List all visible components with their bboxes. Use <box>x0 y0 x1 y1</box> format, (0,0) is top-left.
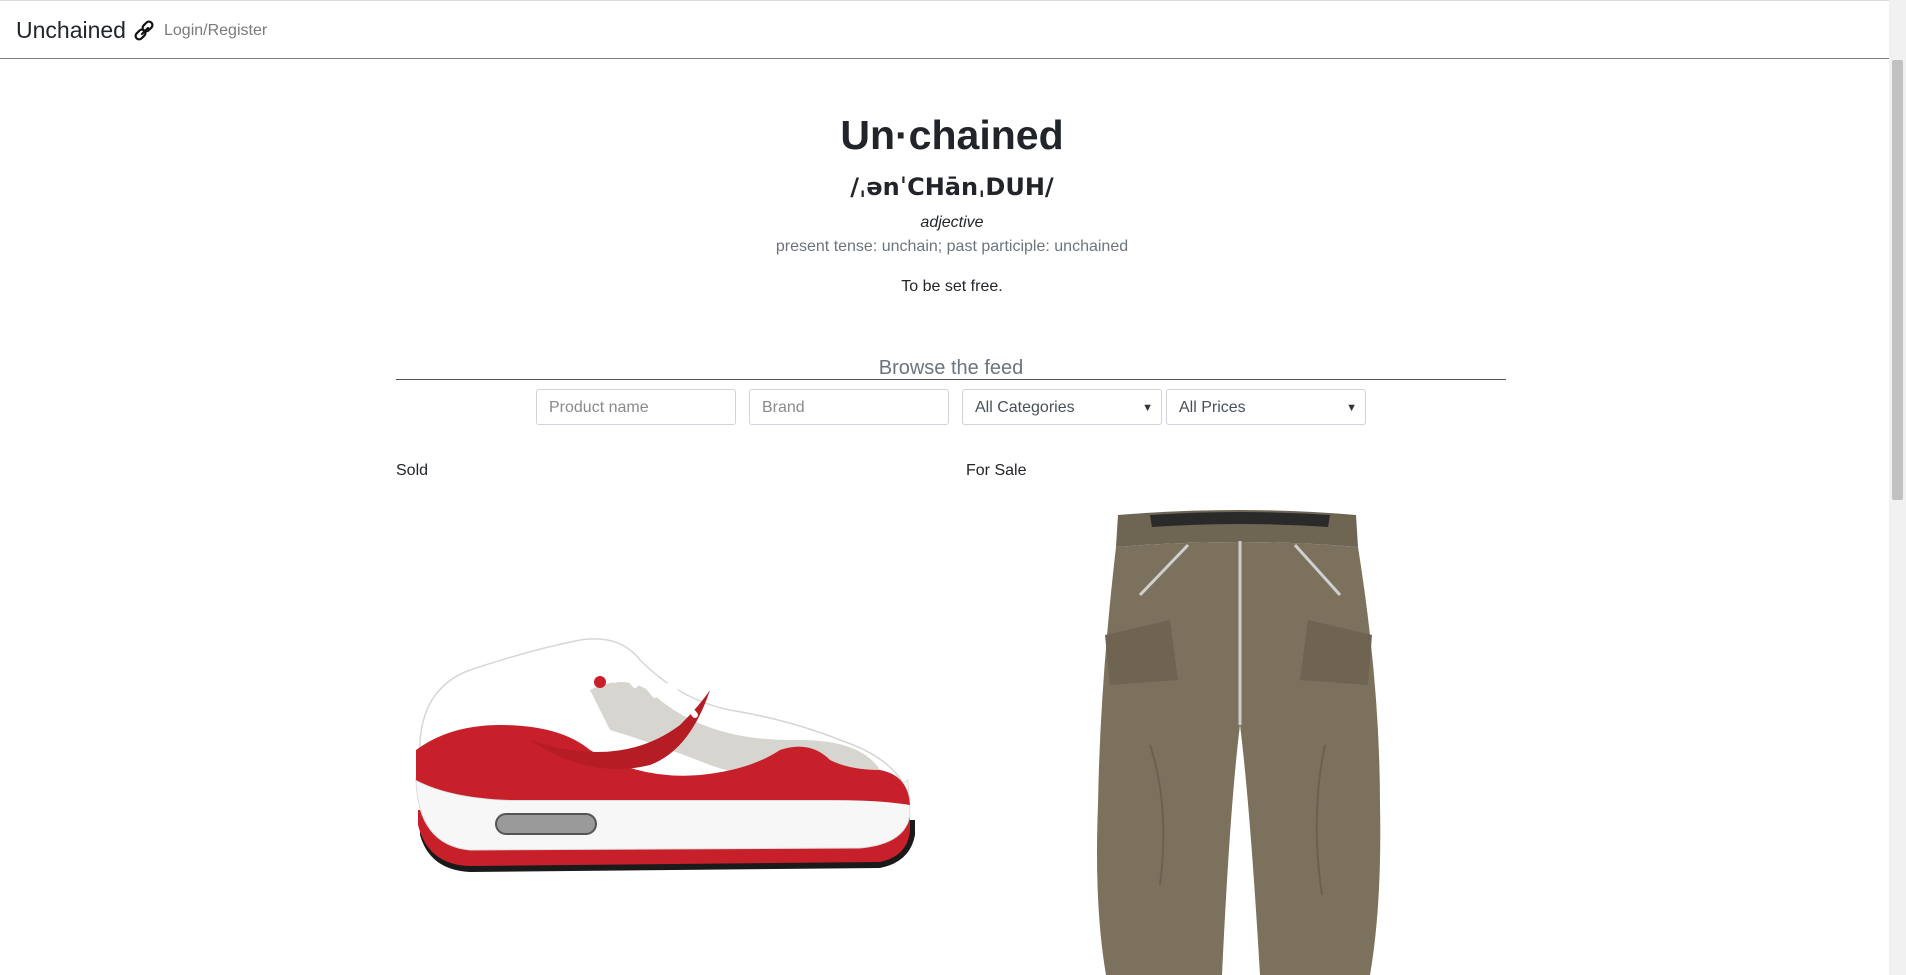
product-status-sold: Sold <box>396 462 429 479</box>
caret-down-icon: ▼ <box>1346 402 1357 414</box>
category-select-value: All Categories <box>975 399 1075 416</box>
category-select[interactable]: All Categories ▼ <box>962 389 1162 425</box>
brand-input[interactable]: Brand <box>749 389 949 425</box>
scrollbar-thumb[interactable] <box>1892 60 1903 500</box>
page: Unchained Login/Register Un·chained /ˌən… <box>0 0 1906 975</box>
olive-cargo-pants-image[interactable] <box>1090 505 1390 975</box>
browse-heading: Browse the feed <box>878 357 1024 379</box>
price-select-value: All Prices <box>1179 399 1246 416</box>
pronunciation: /ˌənˈCHānˌDUH/ <box>850 173 1054 201</box>
brand-link[interactable]: Unchained <box>16 17 158 44</box>
product-name-input[interactable]: Product name <box>536 389 736 425</box>
price-select[interactable]: All Prices ▼ <box>1166 389 1366 425</box>
page-title: Un·chained <box>840 112 1064 158</box>
vertical-scrollbar[interactable] <box>1889 0 1906 975</box>
definition-text: To be set free. <box>901 278 1003 295</box>
part-of-speech: adjective <box>920 214 984 231</box>
browse-divider <box>396 379 1506 380</box>
login-register-link[interactable]: Login/Register <box>164 22 267 40</box>
definition-hero: Un·chained /ˌənˈCHānˌDUH/ adjective pres… <box>0 105 1904 297</box>
brand-name: Unchained <box>16 17 126 43</box>
product-status-for-sale: For Sale <box>966 462 1027 479</box>
link-icon <box>132 18 158 44</box>
tenses-text: present tense: unchain; past participle:… <box>775 238 1129 255</box>
caret-down-icon: ▼ <box>1142 402 1153 414</box>
red-white-sneaker-image[interactable] <box>410 630 920 890</box>
navbar: Unchained Login/Register <box>0 0 1904 59</box>
